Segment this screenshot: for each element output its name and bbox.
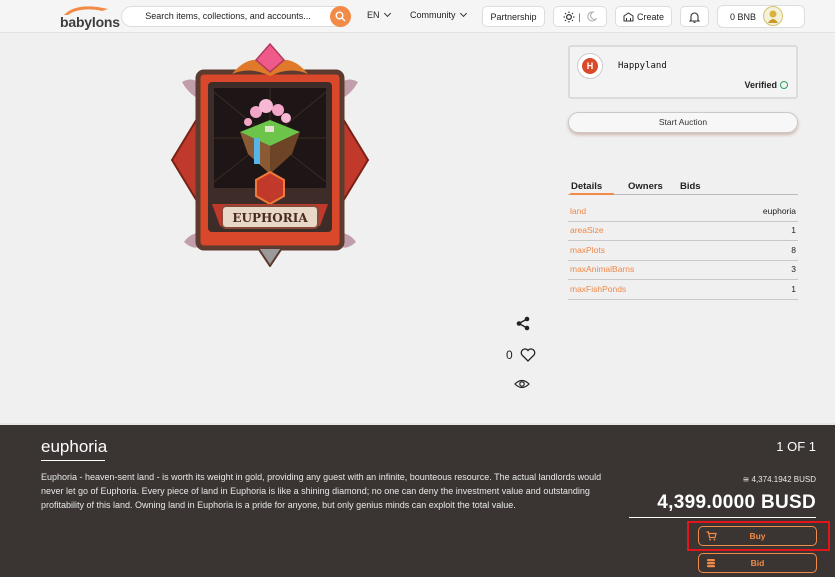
sun-icon[interactable] <box>563 11 575 23</box>
details-tabs: Details Owners Bids <box>568 181 798 195</box>
detail-row: areaSize 1 <box>568 222 798 241</box>
nft-description: Euphoria - heaven-sent land - is worth i… <box>41 472 602 510</box>
nft-title: euphoria <box>41 437 108 456</box>
coins-icon <box>707 559 715 568</box>
eye-icon[interactable] <box>514 378 530 390</box>
community-menu[interactable]: Community <box>410 9 467 20</box>
create-icon <box>623 11 634 21</box>
buy-label: Buy <box>749 531 766 541</box>
search-input[interactable]: Search items, collections, and accounts.… <box>122 11 334 21</box>
approx-price-value: 4,374.1942 BUSD <box>751 475 817 484</box>
search-bar[interactable]: Search items, collections, and accounts.… <box>121 6 351 27</box>
detail-key: maxPlots <box>570 245 605 255</box>
notifications-button[interactable] <box>680 6 709 27</box>
theme-separator: | <box>578 11 581 22</box>
chevron-down-icon <box>383 9 391 18</box>
verified-label: Verified <box>744 80 777 90</box>
buy-button[interactable]: Buy <box>698 526 817 546</box>
hex-emblem <box>255 170 285 206</box>
detail-key: areaSize <box>570 225 604 235</box>
nft-price: 4,399.0000 BUSD <box>657 492 816 513</box>
approx-equal-icon: ≅ <box>742 475 752 484</box>
language-selector[interactable]: EN <box>367 9 391 20</box>
profile-avatar[interactable] <box>763 6 783 26</box>
wallet-balance: 0 BNB <box>730 12 757 22</box>
edition-count: 1 OF 1 <box>776 439 816 454</box>
title-underline <box>41 460 105 461</box>
logo-text: babylons <box>60 14 120 30</box>
detail-value: 3 <box>791 264 796 274</box>
detail-value: 1 <box>791 284 796 294</box>
share-icon[interactable] <box>516 316 530 331</box>
detail-row: maxFishPonds 1 <box>568 281 798 300</box>
theme-toggle[interactable]: | <box>553 6 607 27</box>
tab-details[interactable]: Details <box>571 181 602 192</box>
detail-value: 8 <box>791 245 796 255</box>
tab-owners[interactable]: Owners <box>628 181 663 192</box>
detail-row: maxPlots 8 <box>568 242 798 261</box>
tab-active-indicator <box>570 193 614 195</box>
card-name-text: EUPHORIA <box>232 211 308 225</box>
bid-button[interactable]: Bid <box>698 553 817 573</box>
detail-key: land <box>570 206 587 216</box>
cart-icon <box>706 531 717 541</box>
create-button[interactable]: Create <box>615 6 672 27</box>
moon-icon[interactable] <box>586 11 597 22</box>
detail-row: maxAnimalBarns 3 <box>568 261 798 280</box>
top-navbar: babylons Search items, collections, and … <box>0 0 835 33</box>
heart-icon[interactable] <box>520 348 536 362</box>
search-button[interactable] <box>330 6 351 27</box>
bell-icon <box>689 11 700 23</box>
language-label: EN <box>367 10 380 20</box>
community-label: Community <box>410 10 456 20</box>
owner-avatar-letter: H <box>582 58 598 74</box>
create-label: Create <box>636 11 664 22</box>
wallet-button[interactable]: 0 BNB <box>717 5 805 28</box>
bid-label: Bid <box>750 558 765 568</box>
check-circle-icon <box>780 81 788 89</box>
detail-value: euphoria <box>762 206 796 216</box>
avatar-figure-icon <box>768 10 778 23</box>
owner-name[interactable]: Happyland <box>618 61 667 71</box>
detail-value: 1 <box>791 225 796 235</box>
owner-avatar[interactable]: H <box>577 53 603 79</box>
approx-price: ≅ 4,374.1942 BUSD <box>743 475 816 484</box>
detail-key: maxFishPonds <box>570 284 627 294</box>
verified-badge: Verified <box>744 80 788 90</box>
start-auction-button[interactable]: Start Auction <box>568 112 798 133</box>
detail-row: land euphoria <box>568 203 798 222</box>
detail-key: maxAnimalBarns <box>570 264 635 274</box>
partnership-button[interactable]: Partnership <box>482 6 545 27</box>
tab-bids[interactable]: Bids <box>680 181 701 192</box>
babylons-logo[interactable]: babylons <box>60 4 120 30</box>
price-underline <box>629 517 816 518</box>
partnership-label: Partnership <box>490 11 537 22</box>
owner-card[interactable]: H Happyland Verified <box>568 45 798 99</box>
like-count: 0 <box>506 348 513 362</box>
search-icon <box>335 11 346 22</box>
chevron-down-icon <box>459 9 467 18</box>
nft-card-image[interactable]: EUPHORIA <box>170 42 370 267</box>
